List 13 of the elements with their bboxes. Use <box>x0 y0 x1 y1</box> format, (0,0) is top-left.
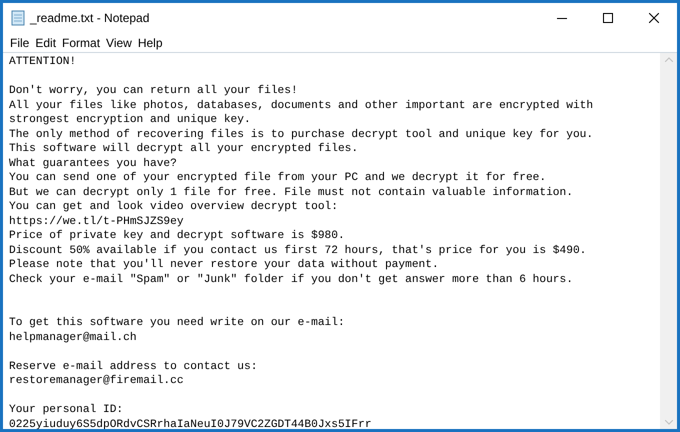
scroll-up-icon[interactable] <box>664 57 672 62</box>
maximize-icon <box>603 13 613 23</box>
menu-item[interactable]: Help <box>134 34 166 52</box>
scrollbar[interactable] <box>660 53 677 429</box>
scroll-down-icon[interactable] <box>664 420 672 425</box>
menu-item[interactable]: File <box>7 34 32 52</box>
menu-item[interactable]: Edit <box>32 34 60 52</box>
notepad-icon <box>11 10 25 26</box>
menu-item[interactable]: Format <box>59 34 104 52</box>
window-title: _readme.txt - Notepad <box>30 10 150 27</box>
menu-item[interactable]: View <box>103 34 135 52</box>
document-text[interactable]: ATTENTION! Don't worry, you can return all your files! All your files like photos, databases, documents and other important are encrypted with strongest encryption and unique key. The only method of recovering files is to purchase decrypt tool and unique key for you. This software will decrypt all your encrypted files. What guarantees you have? You can send one of your encrypted file from your PC and we decrypt it for free. But we can decrypt only 1 file for free. File must not contain valuable information. You can get and look video overview decrypt tool: https://we.tl/t-PHmSJZS9ey Price of private key and decrypt software is $980. Discount 50% available if you contact us first 72 hours, that's price for you is $490. Please note that you'll never restore your data without payment. Check your e-mail "Spam" or "Junk" folder if you don't get answer more than 6 hours. To get this software you need write on our e-mail: helpmanager@mail.ch Reserve e-mail address to contact us: restoremanager@firemail.cc Your personal ID: 0225yiuduy6S5dpORdvCSRrhaIaNeuI0J79VC2ZGDT44B0Jxs5IFrr <box>3 53 660 429</box>
close-icon <box>649 13 659 23</box>
